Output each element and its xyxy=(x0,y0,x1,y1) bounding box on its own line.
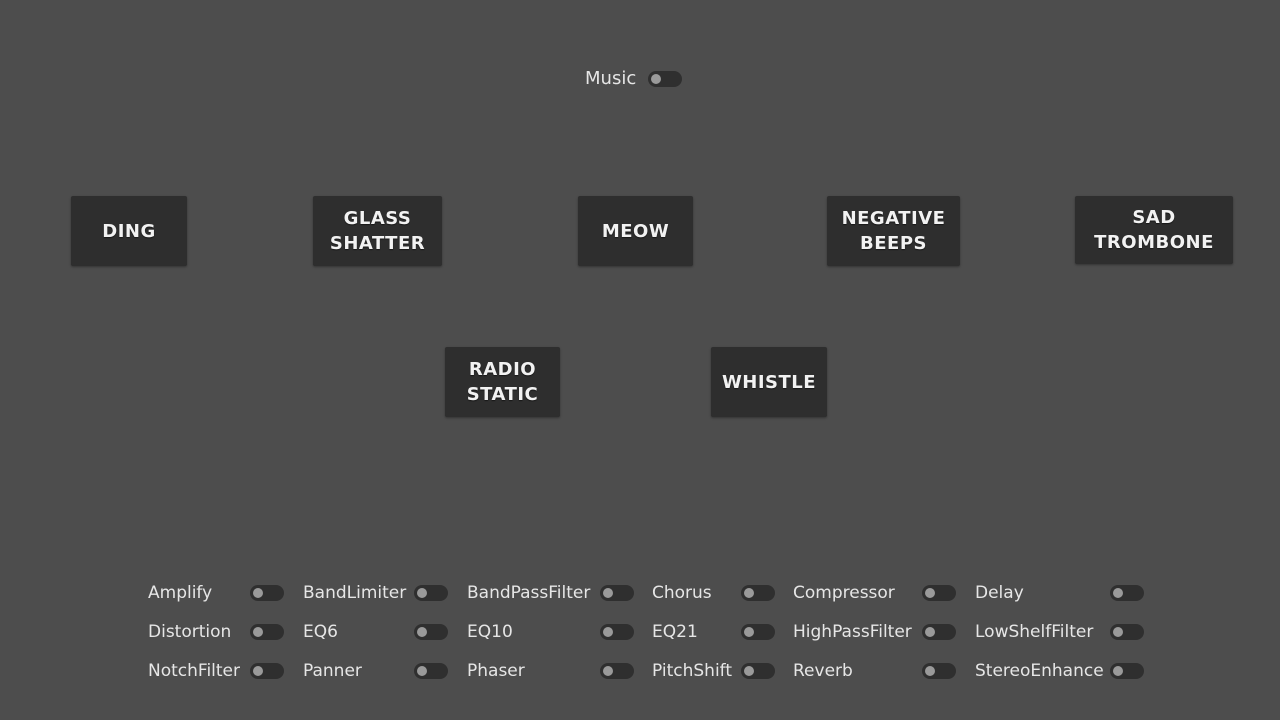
negative-beeps-button-label: NEGATIVE BEEPS xyxy=(841,208,946,254)
toggle-knob xyxy=(417,666,427,676)
effect-label: EQ21 xyxy=(652,622,698,642)
effect-toggle[interactable] xyxy=(414,585,448,601)
effect-label: Delay xyxy=(975,583,1024,603)
effect-label: LowShelfFilter xyxy=(975,622,1094,642)
toggle-knob xyxy=(417,627,427,637)
effect-row: Reverb xyxy=(793,659,956,683)
toggle-knob xyxy=(253,666,263,676)
whistle-button[interactable]: WHISTLE xyxy=(711,347,827,417)
effect-row: Distortion xyxy=(148,620,284,644)
toggle-knob xyxy=(651,74,662,84)
effect-toggle[interactable] xyxy=(414,663,448,679)
toggle-knob xyxy=(417,588,427,598)
effect-toggle[interactable] xyxy=(1110,624,1144,640)
effect-row: LowShelfFilter xyxy=(975,620,1144,644)
effect-row: Amplify xyxy=(148,581,284,605)
toggle-knob xyxy=(744,627,754,637)
glass-shatter-button[interactable]: GLASS SHATTER xyxy=(313,196,442,266)
effect-toggle[interactable] xyxy=(922,585,956,601)
effect-row: EQ21 xyxy=(652,620,775,644)
toggle-knob xyxy=(603,588,613,598)
music-toggle-row: Music xyxy=(585,67,683,91)
negative-beeps-button[interactable]: NEGATIVE BEEPS xyxy=(827,196,960,266)
effect-toggle[interactable] xyxy=(250,663,284,679)
toggle-knob xyxy=(1113,588,1123,598)
toggle-knob xyxy=(925,627,935,637)
effect-label: BandPassFilter xyxy=(467,583,591,603)
effect-toggle[interactable] xyxy=(250,585,284,601)
effect-label: Panner xyxy=(303,661,362,681)
effect-row: StereoEnhance xyxy=(975,659,1144,683)
radio-static-button[interactable]: RADIO STATIC xyxy=(445,347,560,417)
effect-label: EQ6 xyxy=(303,622,338,642)
toggle-knob xyxy=(603,666,613,676)
effect-label: Chorus xyxy=(652,583,712,603)
effect-label: PitchShift xyxy=(652,661,733,681)
effect-toggle[interactable] xyxy=(600,585,634,601)
effect-row: NotchFilter xyxy=(148,659,284,683)
effect-label: Reverb xyxy=(793,661,853,681)
effect-row: EQ6 xyxy=(303,620,448,644)
effect-label: Compressor xyxy=(793,583,895,603)
effect-label: Distortion xyxy=(148,622,232,642)
effect-row: Panner xyxy=(303,659,448,683)
effect-toggle[interactable] xyxy=(741,624,775,640)
toggle-knob xyxy=(925,666,935,676)
effect-toggle[interactable] xyxy=(741,663,775,679)
effect-toggle[interactable] xyxy=(414,624,448,640)
effect-toggle[interactable] xyxy=(600,624,634,640)
toggle-knob xyxy=(603,627,613,637)
effect-label: HighPassFilter xyxy=(793,622,912,642)
effect-row: Phaser xyxy=(467,659,634,683)
toggle-knob xyxy=(925,588,935,598)
effect-label: EQ10 xyxy=(467,622,513,642)
effect-row: EQ10 xyxy=(467,620,634,644)
meow-button[interactable]: MEOW xyxy=(578,196,693,266)
effect-toggle[interactable] xyxy=(922,663,956,679)
sad-trombone-button[interactable]: SAD TROMBONE xyxy=(1075,196,1233,264)
glass-shatter-button-label: GLASS SHATTER xyxy=(329,208,426,254)
effect-toggle[interactable] xyxy=(1110,663,1144,679)
effect-row: HighPassFilter xyxy=(793,620,956,644)
effect-label: StereoEnhance xyxy=(975,661,1104,681)
effect-label: BandLimiter xyxy=(303,583,407,603)
sad-trombone-button-label: SAD TROMBONE xyxy=(1094,207,1214,253)
ding-button[interactable]: DING xyxy=(71,196,187,266)
effect-toggle[interactable] xyxy=(250,624,284,640)
effect-toggle[interactable] xyxy=(600,663,634,679)
effect-row: BandPassFilter xyxy=(467,581,634,605)
toggle-knob xyxy=(253,588,263,598)
radio-static-button-label: RADIO STATIC xyxy=(466,359,539,405)
toggle-knob xyxy=(744,588,754,598)
effect-row: Compressor xyxy=(793,581,956,605)
effect-label: NotchFilter xyxy=(148,661,241,681)
toggle-knob xyxy=(1113,666,1123,676)
effect-row: Delay xyxy=(975,581,1144,605)
toggle-knob xyxy=(1113,627,1123,637)
effect-row: BandLimiter xyxy=(303,581,448,605)
effect-label: Amplify xyxy=(148,583,213,603)
effect-row: Chorus xyxy=(652,581,775,605)
effect-toggle[interactable] xyxy=(1110,585,1144,601)
meow-button-label: MEOW xyxy=(601,220,670,242)
effect-label: Phaser xyxy=(467,661,525,681)
effect-toggle[interactable] xyxy=(741,585,775,601)
effect-row: PitchShift xyxy=(652,659,775,683)
ding-button-label: DING xyxy=(102,220,156,242)
whistle-button-label: WHISTLE xyxy=(721,371,817,393)
effect-toggle[interactable] xyxy=(922,624,956,640)
toggle-knob xyxy=(744,666,754,676)
toggle-knob xyxy=(253,627,263,637)
music-toggle[interactable] xyxy=(648,71,683,87)
music-label: Music xyxy=(585,68,637,89)
